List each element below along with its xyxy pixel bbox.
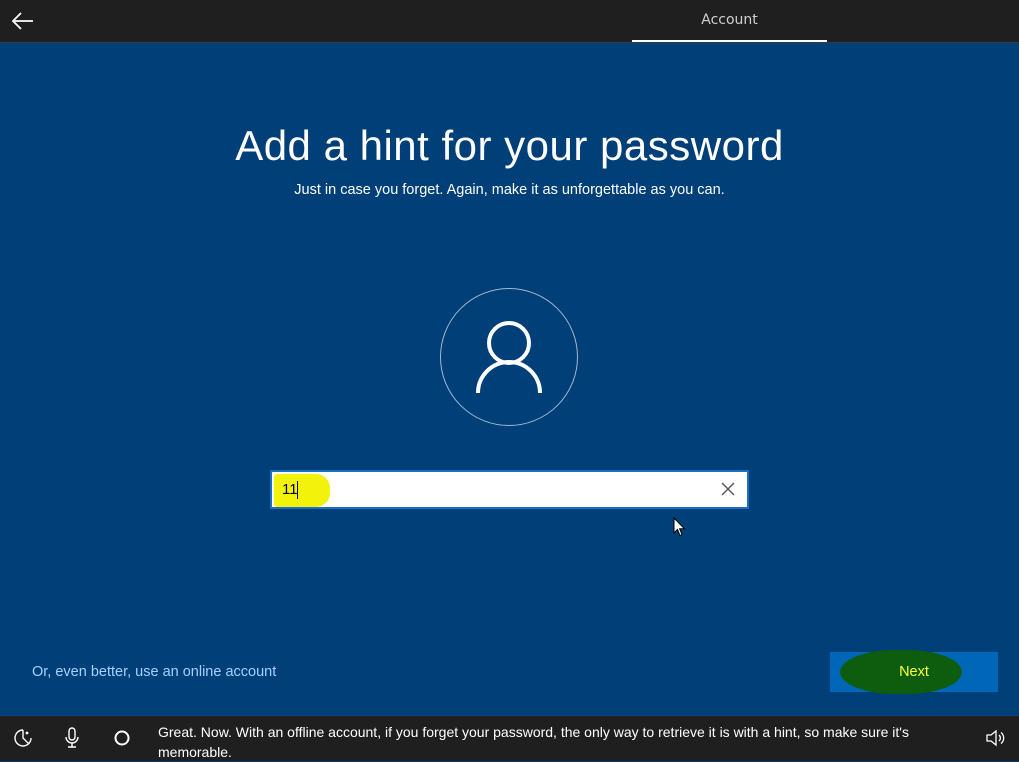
- user-icon: [476, 321, 542, 394]
- microphone-icon: [65, 727, 79, 748]
- cortana-narration-text: Great. Now. With an offline account, if …: [158, 724, 909, 760]
- online-account-link[interactable]: Or, even better, use an online account: [32, 664, 276, 680]
- mouse-pointer-icon: [673, 517, 686, 537]
- volume-icon: [986, 729, 1005, 747]
- hint-field: [270, 470, 749, 509]
- tab-account[interactable]: Account: [632, 0, 827, 42]
- ease-of-access-button[interactable]: [11, 726, 35, 750]
- page-title: Add a hint for your password: [235, 122, 784, 169]
- avatar: [440, 288, 578, 426]
- text-caret: [297, 481, 298, 499]
- next-button[interactable]: Next: [830, 650, 998, 694]
- clear-button[interactable]: [717, 478, 739, 500]
- bottom-bar: Great. Now. With an offline account, if …: [0, 716, 1019, 761]
- back-arrow-icon: [12, 12, 33, 30]
- back-button[interactable]: [8, 6, 38, 36]
- close-icon: [721, 482, 735, 496]
- next-button-label: Next: [899, 664, 929, 680]
- ease-of-access-icon: [14, 729, 32, 747]
- hint-input[interactable]: [272, 472, 702, 507]
- volume-button[interactable]: [983, 726, 1007, 750]
- cortana-button[interactable]: [110, 726, 134, 750]
- top-bar: Account: [0, 0, 1019, 43]
- microphone-button[interactable]: [60, 726, 84, 750]
- page-subtitle: Just in case you forget. Again, make it …: [294, 182, 725, 198]
- cortana-icon: [114, 730, 130, 746]
